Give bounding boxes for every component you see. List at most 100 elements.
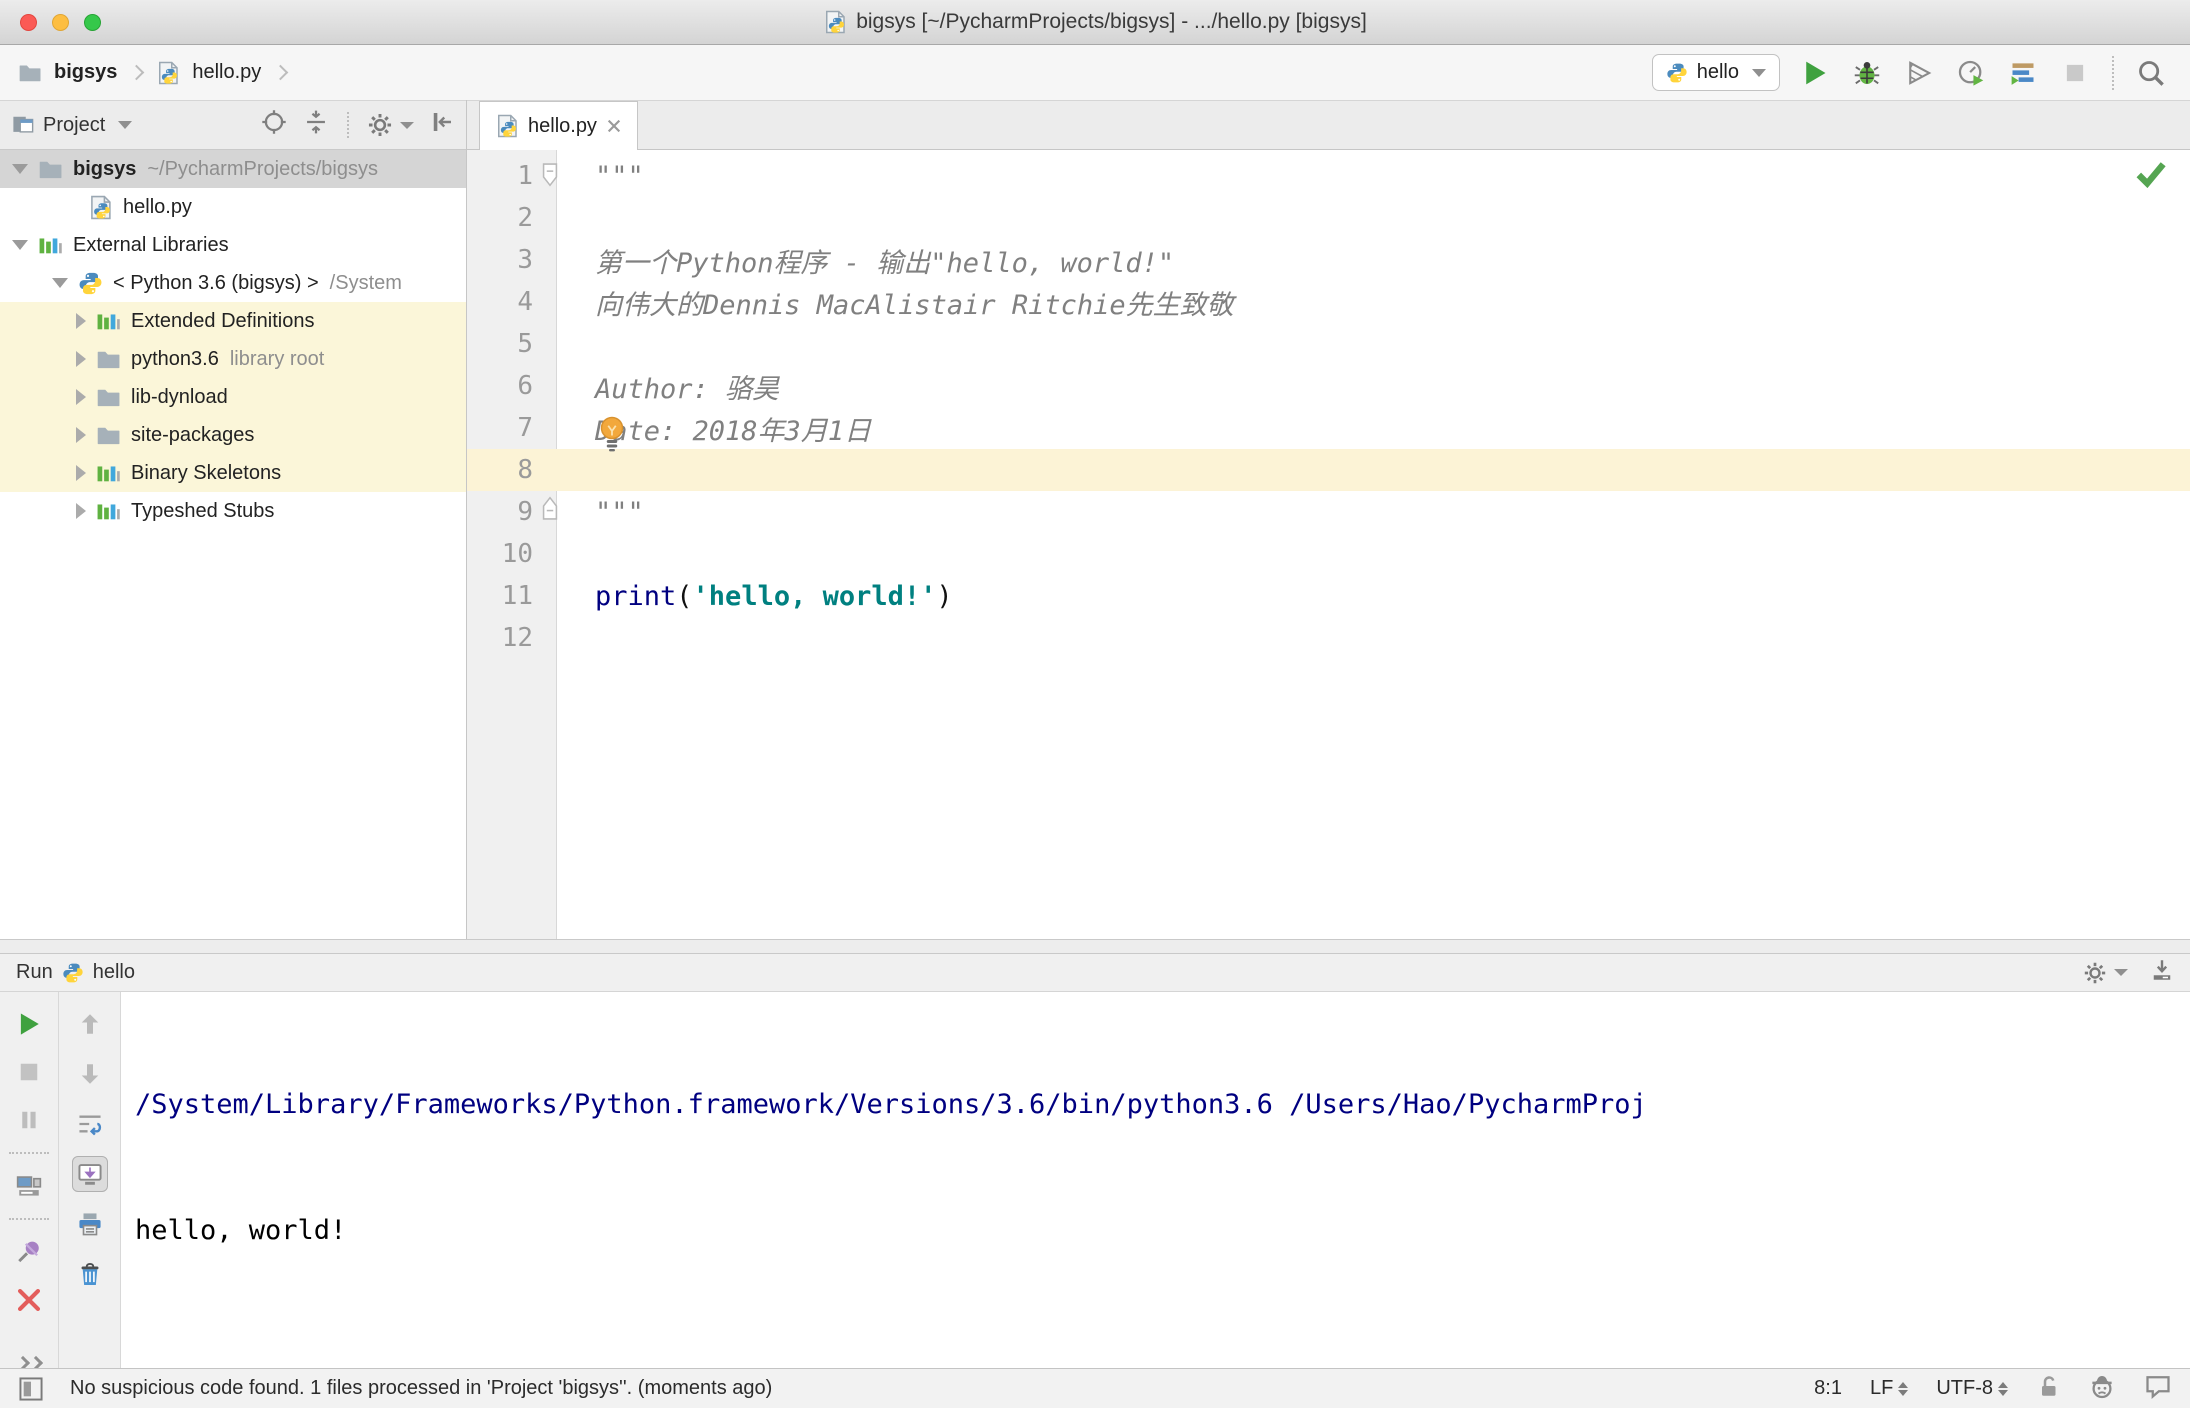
folder-icon: [19, 65, 41, 81]
inspection-profile-hector-icon[interactable]: [2088, 1372, 2116, 1406]
caret-position-widget[interactable]: 8:1: [1814, 1377, 1842, 1400]
python-file-icon: [156, 61, 180, 85]
code-line[interactable]: 3 第一个Python程序 - 输出"hello, world!": [467, 239, 2190, 281]
code-line[interactable]: 8: [467, 449, 2190, 491]
main-area: Project bigsys ~/PycharmProjects/bigsys …: [0, 100, 2190, 939]
tab-hello-py[interactable]: hello.py: [479, 101, 638, 150]
python-logo-icon: [1667, 63, 1687, 82]
more-actions-button[interactable]: [15, 1355, 43, 1371]
tree-item-python3-6[interactable]: python3.6 library root: [0, 340, 466, 378]
clear-console-trash-button[interactable]: [72, 1256, 108, 1292]
library-icon: [96, 461, 121, 486]
tree-item-extended-definitions[interactable]: Extended Definitions: [0, 302, 466, 340]
run-panel-settings-button[interactable]: [2083, 961, 2128, 985]
python-file-icon: [823, 10, 847, 34]
chevron-expanded-icon[interactable]: [12, 164, 28, 174]
tree-item-binary-skeletons[interactable]: Binary Skeletons: [0, 454, 466, 492]
chevron-expanded-icon[interactable]: [12, 240, 28, 250]
code-line[interactable]: 4 向伟大的Dennis MacAlistair Ritchie先生致敬: [467, 281, 2190, 323]
chevron-collapsed-icon[interactable]: [76, 351, 86, 367]
close-window-button[interactable]: [20, 13, 37, 31]
dock-pinned-mode-button[interactable]: [2150, 958, 2174, 988]
chevron-collapsed-icon[interactable]: [76, 389, 86, 405]
gear-settings-button[interactable]: [367, 112, 414, 138]
folder-icon: [38, 157, 63, 182]
print-console-button[interactable]: [72, 1206, 108, 1242]
project-tool-window: Project bigsys ~/PycharmProjects/bigsys …: [0, 100, 467, 939]
code-line[interactable]: 5: [467, 323, 2190, 365]
code-line-print[interactable]: 11 print('hello, world!'): [467, 575, 2190, 617]
horizontal-splitter[interactable]: [0, 939, 2190, 954]
zoom-window-button[interactable]: [84, 13, 101, 31]
library-icon: [38, 233, 63, 258]
concurrency-diagram-button[interactable]: [2006, 56, 2040, 90]
profiler-button[interactable]: [1954, 56, 1988, 90]
line-separator-widget[interactable]: LF: [1870, 1377, 1909, 1400]
window-titlebar: bigsys [~/PycharmProjects/bigsys] - .../…: [0, 0, 2190, 45]
show-run-configurations-button[interactable]: [11, 1168, 47, 1204]
tree-item-typeshed-stubs[interactable]: Typeshed Stubs: [0, 492, 466, 530]
up-stack-trace-button[interactable]: [72, 1006, 108, 1042]
breadcrumb-project[interactable]: bigsys: [54, 61, 117, 84]
collapse-all-button[interactable]: [303, 109, 329, 141]
code-line[interactable]: 1 """: [467, 155, 2190, 197]
feedback-bubble-icon[interactable]: [2144, 1372, 2172, 1406]
chevron-expanded-icon[interactable]: [52, 278, 68, 288]
chevron-collapsed-icon[interactable]: [76, 503, 86, 519]
search-everywhere-button[interactable]: [2134, 56, 2168, 90]
tree-item-hello-py[interactable]: hello.py: [0, 188, 466, 226]
fold-region-end-icon[interactable]: [541, 495, 559, 521]
scroll-to-end-button[interactable]: [71, 1156, 108, 1192]
minimize-window-button[interactable]: [52, 13, 69, 31]
rerun-button[interactable]: [11, 1006, 47, 1042]
tool-window-toggle-icon[interactable]: [18, 1376, 44, 1402]
chevron-collapsed-icon[interactable]: [76, 427, 86, 443]
editor-tab-bar: hello.py: [467, 100, 2190, 150]
fold-region-start-icon[interactable]: [541, 162, 559, 188]
coverage-button[interactable]: [1902, 56, 1936, 90]
tree-item-bigsys[interactable]: bigsys ~/PycharmProjects/bigsys: [0, 150, 466, 188]
code-line[interactable]: 12: [467, 617, 2190, 659]
tree-item-site-packages[interactable]: site-packages: [0, 416, 466, 454]
run-toolbar: hello: [1651, 54, 2190, 91]
soft-wrap-button[interactable]: [72, 1106, 108, 1142]
pin-tab-button[interactable]: [11, 1234, 47, 1270]
run-button[interactable]: [1798, 56, 1832, 90]
project-panel-title[interactable]: Project: [43, 114, 105, 137]
code-line[interactable]: 7 Date: 2018年3月1日: [467, 407, 2190, 449]
toolbar-separator: [2112, 55, 2114, 90]
stop-button[interactable]: [2058, 56, 2092, 90]
stop-process-button[interactable]: [11, 1054, 47, 1090]
chevron-right-icon: [129, 64, 145, 81]
pause-output-button[interactable]: [11, 1102, 47, 1138]
status-message: No suspicious code found. 1 files proces…: [70, 1377, 773, 1399]
run-panel-title[interactable]: Run: [16, 961, 53, 984]
run-configuration-select[interactable]: hello: [1651, 54, 1780, 91]
close-run-panel-button[interactable]: [11, 1282, 47, 1318]
run-console-output[interactable]: /System/Library/Frameworks/Python.framew…: [121, 992, 2190, 1368]
code-line[interactable]: 6 Author: 骆昊: [467, 365, 2190, 407]
tree-item-python-interpreter[interactable]: < Python 3.6 (bigsys) > /System: [0, 264, 466, 302]
chevron-down-icon[interactable]: [118, 121, 133, 129]
library-icon: [96, 499, 121, 524]
code-editor[interactable]: 1 """ 2 3 第一个Python程序 - 输出"hello, world!…: [467, 150, 2190, 939]
chevron-collapsed-icon[interactable]: [76, 465, 86, 481]
code-line[interactable]: 2: [467, 197, 2190, 239]
inspection-ok-checkmark-icon[interactable]: [2136, 160, 2166, 188]
code-line[interactable]: 9 """: [467, 491, 2190, 533]
chevron-collapsed-icon[interactable]: [76, 313, 86, 329]
breadcrumb-file[interactable]: hello.py: [192, 61, 261, 84]
navigation-bar: bigsys hello.py hello: [0, 45, 2190, 100]
locate-file-button[interactable]: [261, 109, 287, 141]
read-only-lock-icon[interactable]: [2036, 1374, 2060, 1404]
close-tab-icon[interactable]: [606, 118, 622, 134]
encoding-widget[interactable]: UTF-8: [1936, 1377, 2008, 1400]
tree-item-external-libraries[interactable]: External Libraries: [0, 226, 466, 264]
debug-button[interactable]: [1850, 56, 1884, 90]
down-stack-trace-button[interactable]: [72, 1056, 108, 1092]
code-line[interactable]: 10: [467, 533, 2190, 575]
lightbulb-intention-icon[interactable]: [598, 416, 626, 452]
hide-panel-button[interactable]: [430, 110, 454, 140]
tree-item-lib-dynload[interactable]: lib-dynload: [0, 378, 466, 416]
run-panel-config-label[interactable]: hello: [93, 961, 135, 984]
